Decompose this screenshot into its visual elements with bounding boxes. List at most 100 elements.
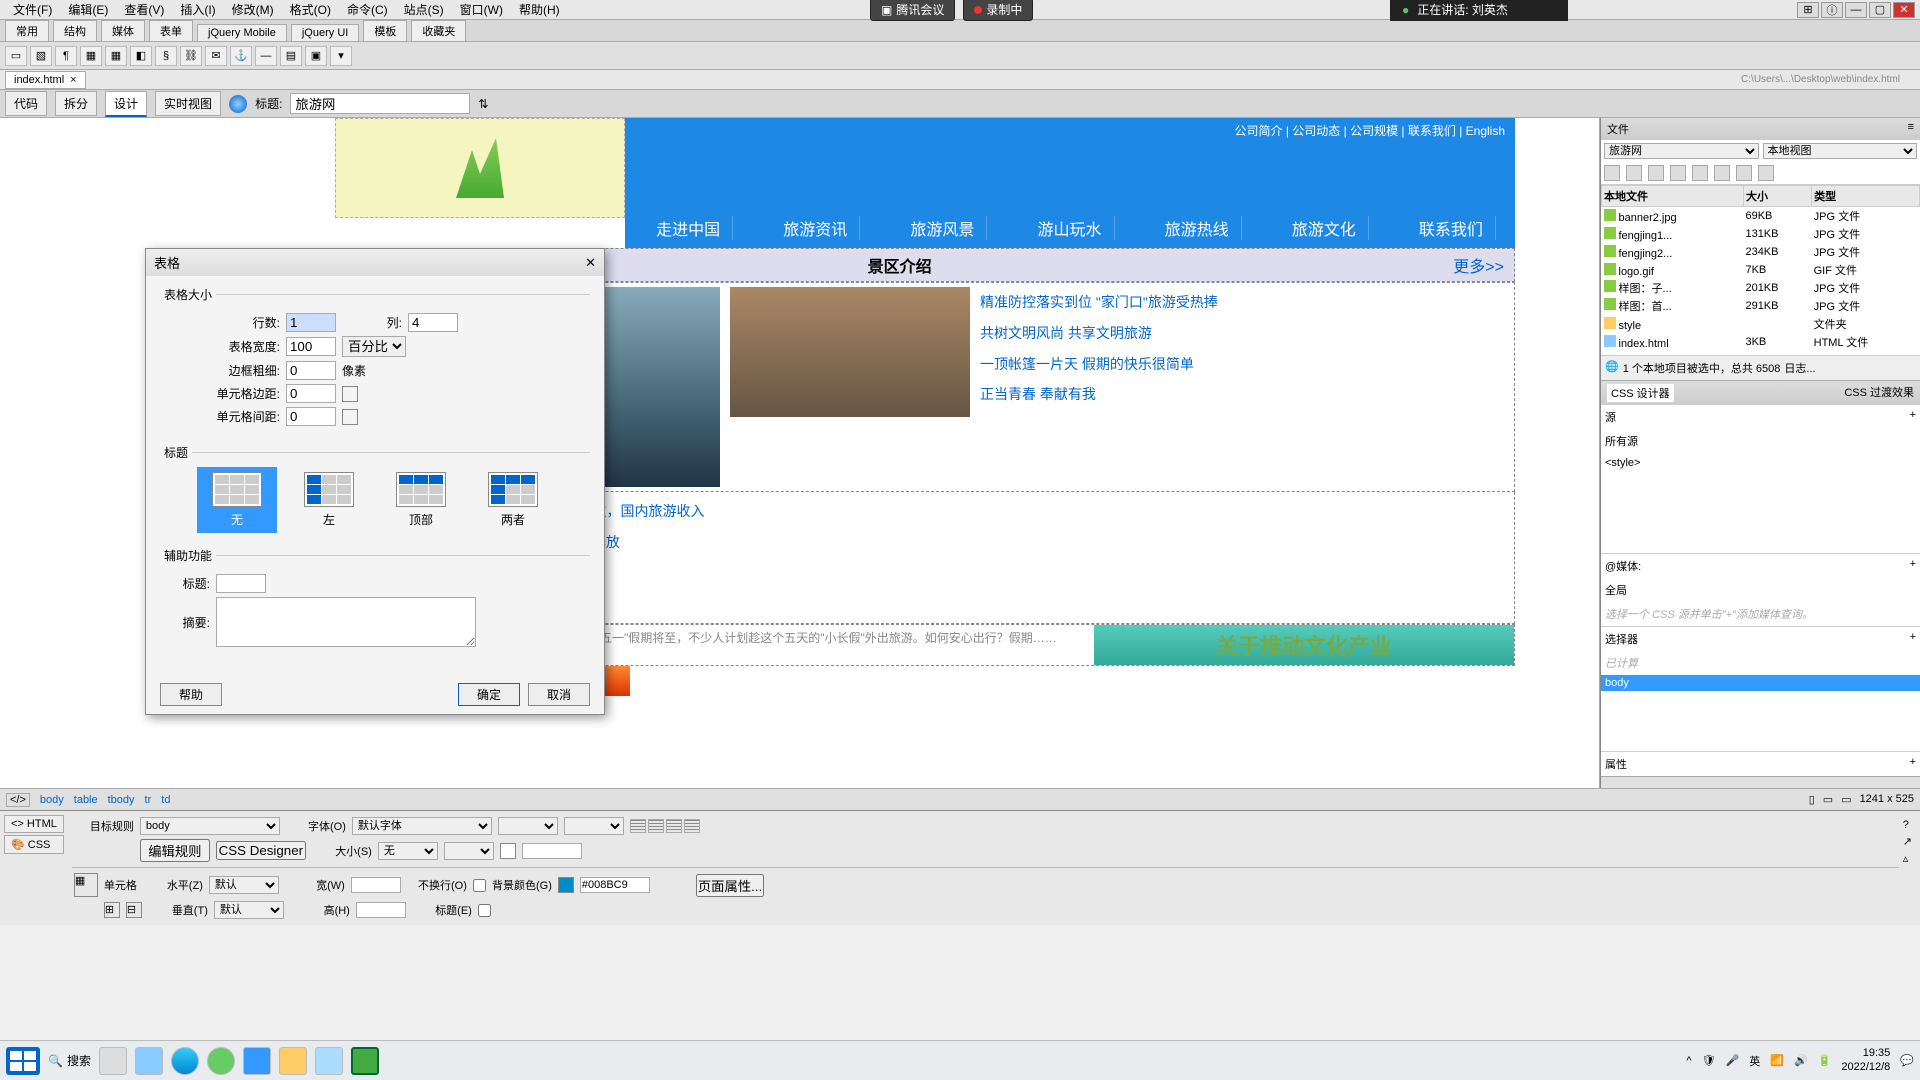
window-size[interactable]: 1241 x 525 — [1860, 793, 1914, 806]
add-selector-icon[interactable]: + — [1910, 631, 1916, 647]
date-icon[interactable]: ▤ — [280, 46, 302, 66]
dreamweaver-icon[interactable] — [351, 1047, 379, 1075]
css-designer-tab[interactable]: CSS 设计器 — [1607, 384, 1674, 402]
tab-structure[interactable]: 结构 — [53, 20, 97, 41]
width-unit-select[interactable]: 百分比 — [342, 336, 406, 357]
anchor-icon[interactable]: ⚓ — [230, 46, 252, 66]
code-navigator-icon[interactable]: </> — [6, 793, 30, 807]
site-main-nav[interactable]: 走进中国旅游资讯旅游风景游山玩水旅游热线旅游文化联系我们 — [625, 208, 1515, 248]
iframe-icon[interactable]: ▣ — [305, 46, 327, 66]
tab-forms[interactable]: 表单 — [149, 20, 193, 41]
align-center-icon[interactable] — [648, 819, 664, 833]
tab-media[interactable]: 媒体 — [101, 20, 145, 41]
scenic-image-2[interactable] — [730, 287, 970, 417]
text-color-input[interactable] — [522, 843, 582, 859]
ime-indicator[interactable]: 英 — [1749, 1053, 1760, 1069]
explorer-icon[interactable] — [135, 1047, 163, 1075]
caption-input[interactable] — [216, 574, 266, 593]
meeting-app-indicator[interactable]: ▣腾讯会议 — [870, 0, 955, 21]
char-icon[interactable]: ▾ — [330, 46, 352, 66]
size-select[interactable]: 无 — [378, 842, 438, 860]
tray-mic-icon[interactable]: 🎤 — [1726, 1054, 1740, 1067]
arrange-text[interactable]: 五一"假期将至，不少人计划趁这个五天的"小长假"外出旅游。如何安心出行？假期…… — [596, 625, 1094, 665]
tab-jquery-ui[interactable]: jQuery UI — [291, 24, 359, 41]
view-select[interactable]: 本地视图 — [1763, 143, 1918, 159]
font-select[interactable]: 默认字体 — [352, 817, 492, 835]
menu-file[interactable]: 文件(F) — [5, 0, 60, 20]
checkout-icon[interactable] — [1692, 165, 1708, 181]
hyperlink-icon[interactable]: ⛓ — [180, 46, 202, 66]
bgcolor-swatch[interactable] — [558, 877, 574, 893]
news-list[interactable]: 精准防控落实到位 "家门口"旅游受热捧共树文明风尚 共享文明旅游一顶帐篷一片天 … — [980, 287, 1510, 487]
split-cell-icon[interactable]: ⊟ — [126, 902, 142, 918]
header-checkbox[interactable] — [478, 904, 491, 917]
help-icon[interactable]: ? — [1903, 819, 1912, 831]
css-mode-button[interactable]: 🎨 CSS — [4, 835, 64, 854]
menu-site[interactable]: 站点(S) — [396, 0, 452, 20]
tab-common[interactable]: 常用 — [5, 20, 49, 41]
browser-preview-icon[interactable] — [229, 95, 247, 113]
minimize-button[interactable]: — — [1845, 2, 1867, 18]
page-properties-button[interactable]: 页面属性... — [696, 874, 764, 897]
tag-td[interactable]: td — [161, 794, 170, 806]
notifications-icon[interactable]: 💬 — [1900, 1054, 1914, 1067]
desktop-size-icon[interactable]: ▭ — [1841, 793, 1851, 806]
table-icon[interactable]: ▦ — [105, 46, 127, 66]
system-clock[interactable]: 19:352022/12/8 — [1841, 1047, 1890, 1073]
tray-security-icon[interactable]: 🛡 — [1702, 1054, 1716, 1067]
folder-icon[interactable] — [279, 1047, 307, 1075]
cancel-button[interactable]: 取消 — [528, 683, 590, 706]
horz-select[interactable]: 默认 — [209, 876, 279, 894]
height-cell-input[interactable] — [356, 902, 406, 918]
media-icon[interactable]: ▦ — [80, 46, 102, 66]
header-none-option[interactable]: 无 — [197, 467, 277, 533]
align-justify-icon[interactable] — [684, 819, 700, 833]
expand-icon[interactable] — [1758, 165, 1774, 181]
tray-chevron-icon[interactable]: ^ — [1686, 1055, 1691, 1067]
tag-table[interactable]: table — [74, 794, 98, 806]
font-style-select[interactable] — [498, 817, 558, 835]
paragraph-icon[interactable]: ¶ — [55, 46, 77, 66]
file-row[interactable]: banner2.jpg69KBJPG 文件 — [1602, 207, 1920, 226]
start-button[interactable] — [6, 1047, 40, 1075]
menu-edit[interactable]: 编辑(E) — [60, 0, 116, 20]
taskbar-search[interactable]: 🔍搜索 — [48, 1052, 91, 1069]
files-table[interactable]: 本地文件大小类型 banner2.jpg69KBJPG 文件 fengjing1… — [1601, 185, 1920, 351]
header-left-option[interactable]: 左 — [289, 467, 369, 533]
menu-insert[interactable]: 插入(I) — [172, 0, 223, 20]
head-icon[interactable]: ◧ — [130, 46, 152, 66]
get-icon[interactable] — [1648, 165, 1664, 181]
recording-indicator[interactable]: 录制中 — [963, 0, 1033, 21]
tab-jquery-mobile[interactable]: jQuery Mobile — [197, 24, 287, 41]
menu-view[interactable]: 查看(V) — [116, 0, 172, 20]
ok-button[interactable]: 确定 — [458, 683, 520, 706]
bgcolor-input[interactable] — [580, 877, 650, 893]
site-select[interactable]: 旅游网 — [1604, 143, 1759, 159]
tag-tr[interactable]: tr — [145, 794, 152, 806]
tablet-size-icon[interactable]: ▭ — [1823, 793, 1833, 806]
menu-format[interactable]: 格式(O) — [282, 0, 339, 20]
task-view-icon[interactable] — [99, 1047, 127, 1075]
tray-wifi-icon[interactable]: 📶 — [1770, 1054, 1784, 1067]
phone-size-icon[interactable]: ▯ — [1809, 793, 1815, 806]
file-row[interactable]: logo.gif7KBGIF 文件 — [1602, 261, 1920, 279]
body-selector[interactable]: body — [1601, 675, 1920, 691]
site-logo[interactable] — [335, 118, 625, 218]
hr-icon[interactable]: — — [255, 46, 277, 66]
file-management-icon[interactable]: ⇅ — [478, 97, 488, 111]
panel-menu-icon[interactable]: ≡ — [1908, 121, 1914, 137]
align-left-icon[interactable] — [630, 819, 646, 833]
email-link-icon[interactable]: ✉ — [205, 46, 227, 66]
rows-input[interactable] — [286, 313, 336, 332]
file-row[interactable]: style文件夹 — [1602, 315, 1920, 333]
document-title-input[interactable] — [290, 93, 470, 114]
target-rule-select[interactable]: body — [140, 817, 280, 835]
dialog-close-icon[interactable]: ✕ — [585, 255, 596, 271]
text-color-swatch[interactable] — [500, 843, 516, 859]
border-input[interactable] — [286, 361, 336, 380]
design-canvas[interactable]: 公司简介 | 公司动态 | 公司规模 | 联系我们 | English 走进中国… — [0, 118, 1600, 788]
checkin-icon[interactable] — [1714, 165, 1730, 181]
all-sources[interactable]: 所有源 — [1601, 429, 1920, 453]
global-media[interactable]: 全局 — [1601, 578, 1920, 602]
help-button[interactable]: 帮助 — [160, 683, 222, 706]
